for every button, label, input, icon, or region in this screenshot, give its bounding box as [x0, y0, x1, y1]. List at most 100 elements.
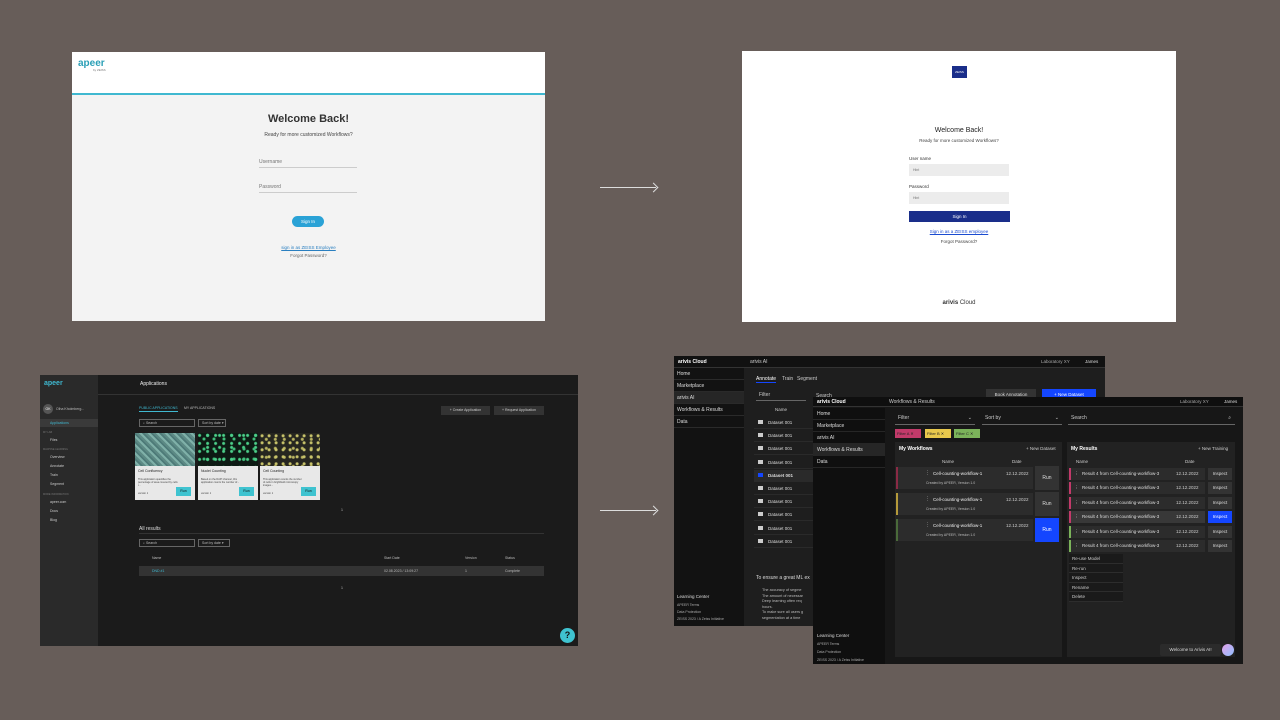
inspect-button[interactable]: Inspect	[1208, 468, 1232, 480]
workflow-row[interactable]: ⋮ Cell-counting-workflow-1 Created by APEE…	[896, 519, 1033, 541]
sidebar-item-marketplace[interactable]: Marketplace	[674, 380, 744, 392]
more-icon[interactable]: ⋮	[925, 496, 930, 502]
sidebar-item-annotate[interactable]: Annotate	[50, 464, 64, 468]
create-application-button[interactable]: + Create Application	[441, 406, 490, 415]
inspect-button[interactable]: Inspect	[1208, 496, 1232, 509]
filter-dropdown[interactable]: Filter ⌄	[895, 411, 975, 425]
lab-name[interactable]: Laboratory XY	[1180, 399, 1209, 404]
more-icon[interactable]: ⋮	[925, 522, 930, 528]
sidebar-item-workflows[interactable]: Workflows & Results	[813, 444, 885, 456]
user-name[interactable]: Olha Kholmberg...	[56, 407, 84, 411]
app-card[interactable]: Cell Confluency This application quantif…	[135, 433, 195, 500]
pagination-page-2[interactable]: 1	[341, 586, 343, 590]
col-date[interactable]: Date	[1185, 459, 1195, 464]
sidebar-item-home[interactable]: Home	[813, 408, 885, 420]
run-button[interactable]: Run	[1035, 466, 1059, 490]
lab-name[interactable]: Laboratory XY	[1041, 359, 1070, 364]
run-button[interactable]: Run	[1035, 492, 1059, 516]
password-input[interactable]	[909, 192, 1009, 204]
footer-data-protection[interactable]: Data Protection	[677, 610, 701, 614]
workflow-row[interactable]: ⋮ Cell-counting-workflow-1 Created by APEE…	[896, 467, 1033, 489]
results-search-input[interactable]: ⌕ Search	[139, 539, 195, 547]
more-icon[interactable]: ⋮	[1074, 511, 1079, 523]
menu-item[interactable]: Re-use Model	[1069, 554, 1123, 564]
run-button[interactable]: Run	[1035, 518, 1059, 542]
sidebar-item-apeer-com[interactable]: apeer.com	[50, 500, 66, 504]
search-input[interactable]: ⌕ Search	[139, 419, 195, 427]
learning-center[interactable]: Learning Center	[677, 594, 709, 599]
zeiss-employee-link[interactable]: Sign in as a ZEISS employee	[742, 229, 1176, 234]
list-item[interactable]: Dataset 001	[754, 523, 814, 535]
col-name[interactable]: Name	[775, 407, 787, 412]
sidebar-item-workflows[interactable]: Workflows & Results	[674, 404, 744, 416]
help-button[interactable]: ?	[560, 628, 575, 643]
result-row[interactable]: ⋮ Result 4 from Cell-counting-workflow-3 1…	[1069, 511, 1205, 524]
sidebar-item-applications[interactable]	[40, 419, 98, 427]
tab-annotate[interactable]: Annotate	[756, 376, 777, 383]
sidebar-item-arivis-ai[interactable]: arivis AI	[813, 432, 885, 444]
sign-in-button[interactable]: Sign In	[909, 211, 1010, 222]
inspect-button[interactable]: Inspect	[1208, 540, 1232, 552]
result-row[interactable]: ⋮ Result 4 from Cell-counting-workflow-3 1…	[1069, 525, 1205, 538]
list-item[interactable]: Dataset 001	[754, 509, 814, 522]
list-item[interactable]: Dataset 001	[754, 483, 814, 495]
menu-item[interactable]: Rename	[1069, 583, 1123, 593]
username-input[interactable]	[909, 164, 1009, 176]
more-icon[interactable]: ⋮	[925, 470, 930, 476]
sidebar-item-arivis-ai[interactable]: arivis AI	[674, 392, 744, 404]
more-icon[interactable]: ⋮	[1074, 540, 1079, 552]
tab-train[interactable]: Train	[782, 376, 793, 382]
sidebar-item-home[interactable]: Home	[674, 368, 744, 380]
app-card[interactable]: Nuclei Counting Based on the DAPI channe…	[198, 433, 258, 500]
col-name[interactable]: Name	[152, 556, 161, 560]
new-training-button[interactable]: + New Training	[1198, 446, 1228, 451]
avatar[interactable]: OK	[43, 404, 53, 414]
workflow-row[interactable]: ⋮ Cell-counting-workflow-1 Created by APEE…	[896, 493, 1033, 515]
sidebar-item-data[interactable]: Data	[813, 456, 885, 468]
menu-item[interactable]: Delete	[1069, 592, 1123, 602]
col-version[interactable]: Version	[465, 556, 477, 560]
pagination-page[interactable]: 1	[341, 508, 343, 512]
col-status[interactable]: Status	[505, 556, 515, 560]
new-dataset-button[interactable]: + New Dataset	[1026, 446, 1056, 451]
more-icon[interactable]: ⋮	[1074, 482, 1079, 494]
user-name[interactable]: James	[1224, 399, 1237, 404]
assistant-avatar-icon[interactable]	[1222, 644, 1234, 656]
run-button[interactable]: Run	[239, 487, 254, 496]
more-icon[interactable]: ⋮	[1074, 468, 1079, 480]
username-input[interactable]	[259, 157, 357, 168]
list-item[interactable]: Dataset 001	[754, 417, 814, 429]
list-item[interactable]: Dataset 001	[754, 496, 814, 509]
result-row[interactable]: ⋮ Result 4 from Cell-counting-workflow-3 1…	[1069, 540, 1205, 552]
tab-segment[interactable]: Segment	[797, 376, 817, 382]
sidebar-item-segment[interactable]: Segment	[50, 482, 64, 486]
filter-tag-b[interactable]: Filter B ✕	[925, 429, 951, 438]
filter-tag-a[interactable]: Filter A ✕	[895, 429, 921, 438]
forgot-password-link[interactable]: Forgot Password?	[742, 239, 1176, 244]
inspect-button[interactable]: Inspect	[1208, 482, 1232, 495]
row-name[interactable]: DND #1	[152, 569, 164, 573]
list-item[interactable]: Dataset 001	[754, 443, 814, 456]
more-icon[interactable]: ⋮	[1074, 526, 1079, 538]
run-button[interactable]: Run	[176, 487, 191, 496]
sort-dropdown[interactable]: Sort by date ▾	[198, 419, 226, 427]
list-item[interactable]: Dataset 001	[754, 536, 814, 548]
tab-my-applications[interactable]: MY APPLICATIONS	[184, 406, 215, 410]
sidebar-item-blog[interactable]: Blog	[50, 518, 57, 522]
filter-dropdown[interactable]: Filter	[756, 389, 806, 401]
learning-center[interactable]: Learning Center	[817, 633, 849, 638]
welcome-chat-bubble[interactable]: Welcome to Arivis AI!	[1160, 644, 1221, 656]
password-input[interactable]	[259, 182, 357, 193]
result-row[interactable]: ⋮ Result 4 from Cell-counting-workflow-3 1…	[1069, 468, 1205, 480]
forgot-password-link[interactable]: Forgot Password?	[72, 253, 545, 258]
sidebar-item-train[interactable]: Train	[50, 473, 58, 477]
more-icon[interactable]: ⋮	[1074, 497, 1079, 509]
footer-terms[interactable]: APEER Terms	[677, 603, 699, 607]
inspect-button[interactable]: Inspect	[1208, 511, 1232, 524]
footer-terms[interactable]: APEER Terms	[817, 642, 839, 646]
result-row[interactable]: ⋮ Result 4 from Cell-counting-workflow-3 1…	[1069, 496, 1205, 509]
col-name[interactable]: Name	[942, 459, 954, 464]
request-application-button[interactable]: + Request Application	[494, 406, 544, 415]
table-row[interactable]: DND #1 02.08.2023 / 13:09:27 1 Complete	[139, 566, 544, 576]
menu-item[interactable]: Inspect	[1069, 573, 1123, 583]
